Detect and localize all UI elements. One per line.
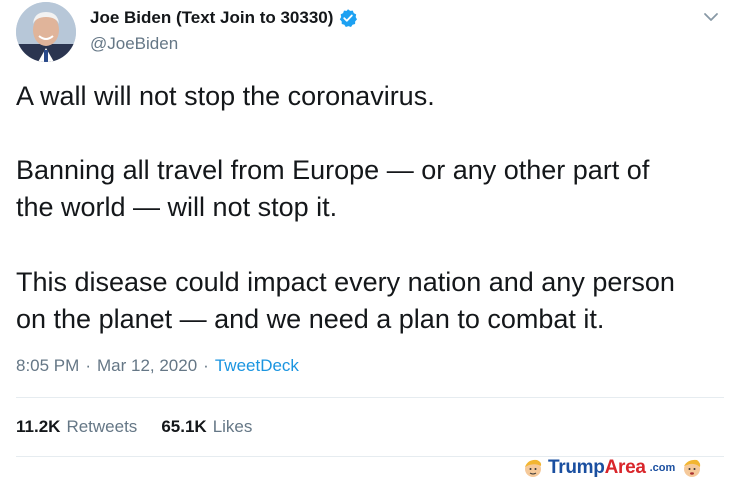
tweet-source-link[interactable]: TweetDeck [215,356,299,376]
retweets-label: Retweets [66,417,138,436]
display-name[interactable]: Joe Biden (Text Join to 30330) [90,8,333,28]
chevron-down-icon[interactable] [702,8,720,26]
watermark-suffix: .com [649,462,676,474]
watermark-brand: TrumpArea [548,457,646,479]
cartoon-face-icon [681,457,703,479]
likes-stat[interactable]: 65.1K Likes [161,417,252,437]
user-handle[interactable]: @JoeBiden [90,34,178,54]
retweets-stat[interactable]: 11.2K Retweets [16,417,137,437]
tweet-text-line: A wall will not stop the coronavirus. [16,81,435,111]
tweet-time[interactable]: 8:05 PM [16,356,79,376]
watermark-logo: TrumpArea .com [522,456,703,480]
tweet-stats: 11.2K Retweets 65.1K Likes [16,417,276,437]
tweet-date[interactable]: Mar 12, 2020 [97,356,197,376]
tweet-paragraph-1: A wall will not stop the coronavirus. [16,78,716,115]
verified-badge-icon [338,8,358,28]
retweets-count: 11.2K [16,417,61,436]
likes-count: 65.1K [161,417,207,436]
tweet-text-line: the world — will not stop it. [16,192,338,222]
tweet-card: Joe Biden (Text Join to 30330) @JoeBiden… [0,0,740,481]
watermark-brand-part1: Trump [548,457,605,478]
cartoon-face-icon [522,457,544,479]
author-name-row: Joe Biden (Text Join to 30330) [90,8,358,28]
tweet-paragraph-3: This disease could impact every nation a… [16,264,716,338]
watermark-brand-part2: Area [604,457,646,478]
separator: · [203,356,209,375]
tweet-text-line: Banning all travel from Europe — or any … [16,155,650,185]
divider [16,397,724,398]
likes-label: Likes [212,417,253,436]
avatar[interactable] [16,2,76,62]
tweet-text-line: on the planet — and we need a plan to co… [16,304,605,334]
tweet-text-line: This disease could impact every nation a… [16,267,675,297]
tweet-metadata: 8:05 PM · Mar 12, 2020 · TweetDeck [16,356,299,376]
separator: · [85,356,91,375]
tweet-paragraph-2: Banning all travel from Europe — or any … [16,152,716,226]
